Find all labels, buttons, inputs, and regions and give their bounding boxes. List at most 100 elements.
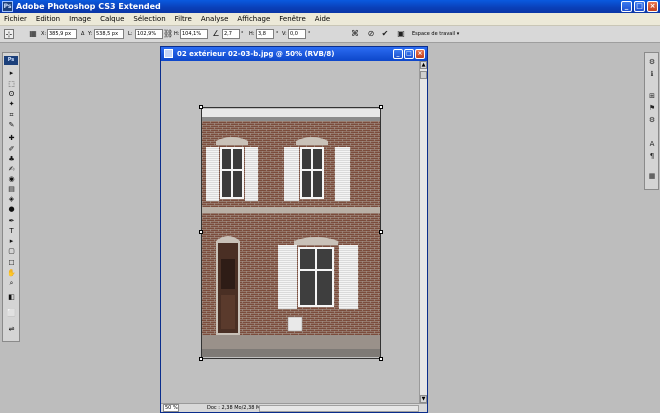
width-scale-field[interactable]: 102,9% [135,29,163,39]
horizontal-scrollbar[interactable] [259,405,419,412]
cancel-transform-icon[interactable]: ⊘ [366,29,376,39]
marquee-tool-icon[interactable]: ⬚ [5,80,18,89]
color-swatches-icon[interactable]: ◧ [5,293,18,302]
layer-comps-panel-icon[interactable]: ▦ [646,171,658,182]
menu-image[interactable]: Image [69,13,91,26]
document-close-button[interactable]: × [415,49,425,59]
notes-tool-icon[interactable]: ☐ [5,259,18,268]
document-window-controls: _ □ × [393,49,425,59]
healing-brush-tool-icon[interactable]: ✚ [5,134,18,143]
vertical-scrollbar[interactable]: ▲ ▼ [419,61,427,403]
x-position-field[interactable]: 385,9 px [47,29,77,39]
menu-affichage[interactable]: Affichage [237,13,270,26]
gradient-tool-icon[interactable]: ▤ [5,185,18,194]
height-scale-field[interactable]: 104,1% [180,29,208,39]
menu-fichier[interactable]: Fichier [4,13,27,26]
character-panel-icon[interactable]: A [646,139,658,150]
angle-icon: ∠ [212,29,220,38]
document-statusbar: 50 % Doc : 2,38 Mo/2,38 Mo [161,403,427,412]
slice-tool-icon[interactable]: ✎ [5,121,18,130]
info-panel-icon[interactable]: ℹ [646,69,658,80]
document-canvas[interactable] [161,61,419,403]
y-position-field[interactable]: 538,5 px [94,29,124,39]
document-window: 02 extérieur 02-03-b.jpg @ 50% (RVB/8) _… [160,46,428,413]
crop-tool-icon[interactable]: ⌗ [5,111,18,120]
menu-bar: Fichier Edition Image Calque Sélection F… [0,13,660,26]
menu-analyse[interactable]: Analyse [201,13,229,26]
menu-edition[interactable]: Edition [36,13,60,26]
paragraph-panel-icon[interactable]: ¶ [646,151,658,162]
toolbox: Ps ▸ ⬚ ʘ ✦ ⌗ ✎ ✚ ✐ ♣ ✍ ◉ ▤ ◈ ● ✒ T ▸ ▢ ☐… [2,52,20,342]
angle-unit: ° [241,31,244,37]
panel-dock: ⚙ ℹ ⊞ ⚑ ⚙ A ¶ ▦ [644,52,659,190]
toolbox-ps-icon: Ps [4,56,18,65]
scroll-thumb[interactable] [420,71,427,79]
screen-mode-icon[interactable]: ⇌ [5,325,18,334]
quick-mask-icon[interactable]: ⬜ [5,309,18,318]
bridge-icon[interactable]: ▣ [396,29,406,39]
scroll-down-arrow-icon[interactable]: ▼ [420,395,427,403]
skew-h-label: H: [249,31,255,37]
document-titlebar[interactable]: 02 extérieur 02-03-b.jpg @ 50% (RVB/8) _… [161,47,427,61]
menu-selection[interactable]: Sélection [133,13,165,26]
pen-tool-icon[interactable]: ✒ [5,217,18,226]
y-label: Y: [88,31,93,37]
window-controls: _ □ × [621,1,658,12]
path-selection-tool-icon[interactable]: ▸ [5,237,18,246]
navigator-panel-icon[interactable]: ⚙ [646,57,658,68]
shape-tool-icon[interactable]: ▢ [5,247,18,256]
photoshop-logo-icon: Ps [2,1,13,12]
width-label: L: [128,31,133,37]
scroll-up-arrow-icon[interactable]: ▲ [420,61,427,69]
lasso-tool-icon[interactable]: ʘ [5,90,18,99]
zoom-tool-icon[interactable]: ⌕ [5,279,18,288]
move-tool-icon[interactable]: ▸ [5,69,18,78]
document-title: 02 extérieur 02-03-b.jpg @ 50% (RVB/8) [177,50,335,58]
document-size-status[interactable]: Doc : 2,38 Mo/2,38 Mo [207,404,263,412]
zoom-field[interactable]: 50 % [163,404,179,412]
transform-handle-bottom-right[interactable] [379,357,383,361]
options-bar: ⊹ ▦ X: 385,9 px Δ Y: 538,5 px L: 102,9% … [0,26,660,43]
height-label: H: [174,31,180,37]
menu-aide[interactable]: Aide [315,13,330,26]
facade-photo [202,109,380,357]
close-button[interactable]: × [647,1,658,12]
photoshop-app: Ps Adobe Photoshop CS3 Extended _ □ × Fi… [0,0,660,413]
histogram-panel-icon[interactable]: ⊞ [646,91,658,102]
angle-field[interactable]: 2,7 [222,29,240,39]
hand-tool-icon[interactable]: ✋ [5,269,18,278]
actions-panel-icon[interactable]: ⚑ [646,103,658,114]
magic-wand-tool-icon[interactable]: ✦ [5,100,18,109]
type-tool-icon[interactable]: T [5,227,18,236]
transform-tool-icon[interactable]: ⊹ [4,29,14,39]
link-icon[interactable]: ⛓ [163,29,173,39]
transform-handle-bottom-left[interactable] [199,357,203,361]
x-label: X: [41,31,47,37]
menu-filtre[interactable]: Filtre [175,13,192,26]
menu-calque[interactable]: Calque [100,13,124,26]
document-maximize-button[interactable]: □ [404,49,414,59]
app-titlebar: Ps Adobe Photoshop CS3 Extended _ □ × [0,0,660,13]
workspace-menu[interactable]: Espace de travail ▾ [412,29,459,39]
skew-h-unit: ° [276,31,279,37]
menu-fenetre[interactable]: Fenêtre [279,13,305,26]
minimize-button[interactable]: _ [621,1,632,12]
skew-v-field[interactable]: 0,0 [288,29,306,39]
skew-v-label: V: [282,31,287,37]
history-brush-tool-icon[interactable]: ✍ [5,165,18,174]
warp-icon[interactable]: ⌘ [350,29,360,39]
skew-h-field[interactable]: 3,8 [256,29,274,39]
document-minimize-button[interactable]: _ [393,49,403,59]
app-title: Adobe Photoshop CS3 Extended [16,2,161,11]
commit-transform-icon[interactable]: ✔ [380,29,390,39]
dodge-tool-icon[interactable]: ● [5,205,18,214]
brush-tool-icon[interactable]: ✐ [5,145,18,154]
maximize-button[interactable]: □ [634,1,645,12]
skew-v-unit: ° [308,31,311,37]
eraser-tool-icon[interactable]: ◉ [5,175,18,184]
blur-tool-icon[interactable]: ◈ [5,195,18,204]
tool-presets-panel-icon[interactable]: ⚙ [646,115,658,126]
reference-point-icon[interactable]: ▦ [28,29,38,39]
delta-icon: Δ [81,31,85,37]
clone-stamp-tool-icon[interactable]: ♣ [5,155,18,164]
